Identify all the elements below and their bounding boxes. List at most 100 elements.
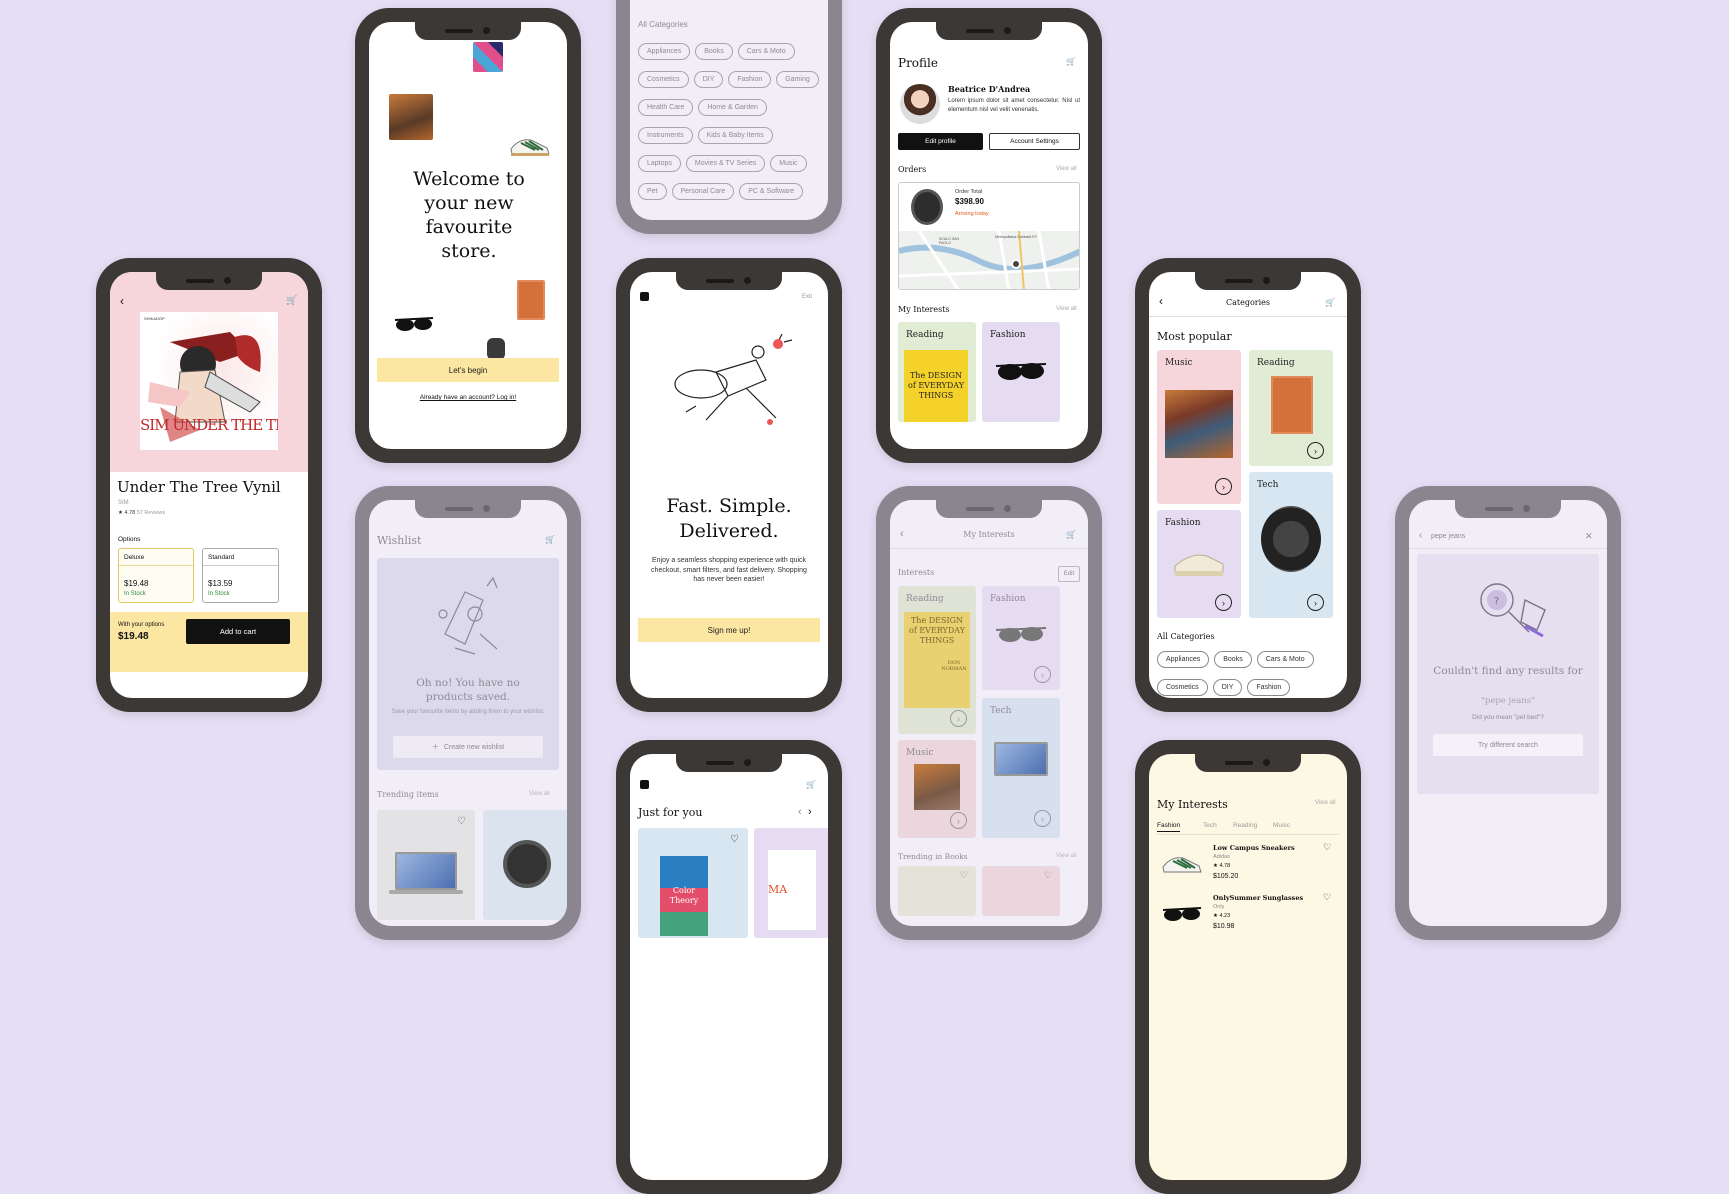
tab-fashion[interactable]: Fashion	[1157, 822, 1181, 832]
account-settings-button[interactable]: Account Settings	[989, 133, 1080, 150]
arrow-right-icon[interactable]: ›	[1034, 810, 1051, 827]
view-all-link[interactable]: View all	[1315, 800, 1336, 806]
view-all-link[interactable]: View all	[1056, 306, 1077, 312]
list-item[interactable]: Low Campus Sneakers Adidas ★ 4.78 $105.2…	[1157, 842, 1339, 890]
edit-button[interactable]: Edit	[1058, 566, 1080, 582]
chip[interactable]: Kids & Baby Items	[697, 127, 773, 144]
chip[interactable]: Cars & Moto	[1256, 651, 1314, 668]
chip[interactable]: Fashion	[1247, 679, 1291, 696]
try-different-search-button[interactable]: Try different search	[1433, 734, 1583, 756]
tab-music[interactable]: Music	[1273, 822, 1290, 829]
book-card-second[interactable]: MA	[754, 828, 828, 938]
artwork-thumb	[389, 94, 433, 140]
heart-icon[interactable]: ♡	[1044, 870, 1052, 881]
trending-card-laptop[interactable]: ♡	[377, 810, 475, 920]
chip[interactable]: Books	[695, 43, 733, 60]
heart-icon[interactable]: ♡	[1323, 842, 1331, 853]
order-card[interactable]: Order Total $398.90 Arriving today Metro…	[898, 182, 1080, 290]
option-standard[interactable]: Standard $13.59 In Stock	[202, 548, 279, 603]
svg-text:?: ?	[1494, 596, 1499, 607]
chip[interactable]: Books	[1214, 651, 1252, 668]
cart-icon[interactable]: 🛒	[1325, 298, 1335, 307]
chip[interactable]: DIY	[693, 71, 724, 88]
empty-illustration	[438, 576, 498, 655]
exit-link[interactable]: Exit	[802, 294, 812, 300]
chip[interactable]: Laptops	[638, 155, 681, 172]
interest-card-reading[interactable]: Reading The DESIGN of EVERYDAY THINGS	[898, 322, 976, 422]
map[interactable]: Metropolitana Garibaldi FS SCALO SAN PAO…	[899, 231, 1079, 289]
phone-categories: ‹ Categories 🛒 Most popular Music › Read…	[1135, 258, 1361, 712]
chip[interactable]: Pet	[638, 183, 667, 200]
view-all-link[interactable]: View all	[529, 791, 550, 797]
interest-card-tech[interactable]: Tech ›	[982, 698, 1060, 838]
chip[interactable]: Music	[770, 155, 807, 172]
back-icon[interactable]: ‹	[120, 294, 124, 308]
chip[interactable]: Health Care	[638, 99, 694, 116]
category-card-fashion[interactable]: Fashion ›	[1157, 510, 1241, 618]
chip[interactable]: PC & Software	[739, 183, 804, 200]
view-all-link[interactable]: View all	[1056, 166, 1077, 172]
option-deluxe[interactable]: Deluxe $19.48 In Stock	[118, 548, 194, 603]
review-count[interactable]: 57 Reviews	[137, 510, 165, 516]
trending-book-card[interactable]: ♡	[898, 866, 976, 916]
chip[interactable]: Appliances	[638, 43, 691, 60]
cart-icon[interactable]: 🛒	[286, 295, 297, 306]
interest-card-fashion[interactable]: Fashion ›	[982, 586, 1060, 690]
sign-up-button[interactable]: Sign me up!	[638, 618, 820, 642]
no-results-query: "pepe jeans"	[1480, 696, 1536, 706]
heart-icon[interactable]: ♡	[457, 816, 466, 827]
heart-icon[interactable]: ♡	[730, 834, 739, 845]
chip[interactable]: Appliances	[1157, 651, 1210, 668]
interests-title: My Interests	[1157, 798, 1228, 811]
close-icon[interactable]: ✕	[1585, 531, 1593, 542]
chip[interactable]: DIY	[1212, 679, 1243, 696]
back-icon[interactable]: ‹	[1419, 530, 1422, 541]
arrow-right-icon[interactable]: ›	[1034, 666, 1051, 683]
book-card-color-theory[interactable]: ♡ Color Theory	[638, 828, 748, 938]
arrow-right-icon[interactable]: ›	[1215, 478, 1232, 495]
chip[interactable]: Cars & Moto	[737, 43, 795, 60]
chip[interactable]: Gaming	[776, 71, 819, 88]
chip[interactable]: Personal Care	[671, 183, 735, 200]
profile-name: Beatrice D'Andrea	[948, 84, 1031, 94]
chip[interactable]: Fashion	[728, 71, 772, 88]
trending-book-card[interactable]: ♡	[982, 866, 1060, 916]
chip[interactable]: Cosmetics	[638, 71, 689, 88]
interest-card-fashion[interactable]: Fashion	[982, 322, 1060, 422]
chip[interactable]: Movies & TV Series	[685, 155, 766, 172]
arrow-right-icon[interactable]: ›	[950, 812, 967, 829]
cart-icon[interactable]: 🛒	[806, 780, 816, 789]
next-arrow-icon[interactable]: ›	[808, 806, 812, 818]
category-card-tech[interactable]: Tech ›	[1249, 472, 1333, 618]
category-card-music[interactable]: Music ›	[1157, 350, 1241, 504]
cart-icon[interactable]: 🛒	[545, 535, 555, 544]
suggestion-text[interactable]: Did you mean "pet bed"?	[1417, 714, 1599, 721]
list-item[interactable]: OnlySummer Sunglasses Only ★ 4.23 $10.98…	[1157, 892, 1339, 940]
chip[interactable]: Instruments	[638, 127, 693, 144]
trending-card-watch[interactable]	[483, 810, 567, 920]
create-wishlist-button[interactable]: ＋ Create new wishlist	[393, 736, 543, 758]
chip[interactable]: Cosmetics	[1157, 679, 1208, 696]
edit-profile-button[interactable]: Edit profile	[898, 133, 983, 150]
add-to-cart-button[interactable]: Add to cart	[186, 619, 290, 644]
tab-reading[interactable]: Reading	[1233, 822, 1257, 829]
prev-arrow-icon[interactable]: ‹	[798, 806, 802, 818]
interest-card-reading[interactable]: Reading The DESIGN of EVERYDAY THINGS DON…	[898, 586, 976, 734]
interest-card-music[interactable]: Music ›	[898, 740, 976, 838]
category-card-reading[interactable]: Reading ›	[1249, 350, 1333, 466]
heart-icon[interactable]: ♡	[1323, 892, 1331, 903]
arrow-right-icon[interactable]: ›	[1307, 442, 1324, 459]
cart-icon[interactable]: 🛒	[1066, 57, 1076, 66]
arrow-right-icon[interactable]: ›	[1307, 594, 1324, 611]
lets-begin-button[interactable]: Let's begin	[377, 358, 559, 382]
arrow-right-icon[interactable]: ›	[1215, 594, 1232, 611]
login-link[interactable]: Already have an account? Log in!	[369, 394, 567, 401]
arrow-right-icon[interactable]: ›	[950, 710, 967, 727]
heart-icon[interactable]: ♡	[960, 870, 968, 881]
chip[interactable]: Home & Garden	[698, 99, 767, 116]
view-all-link[interactable]: View all	[1056, 853, 1077, 859]
poster-thumb	[473, 42, 503, 72]
search-input[interactable]: pepe jeans	[1431, 533, 1465, 540]
cart-icon[interactable]: 🛒	[1066, 530, 1076, 539]
tab-tech[interactable]: Tech	[1203, 822, 1217, 829]
